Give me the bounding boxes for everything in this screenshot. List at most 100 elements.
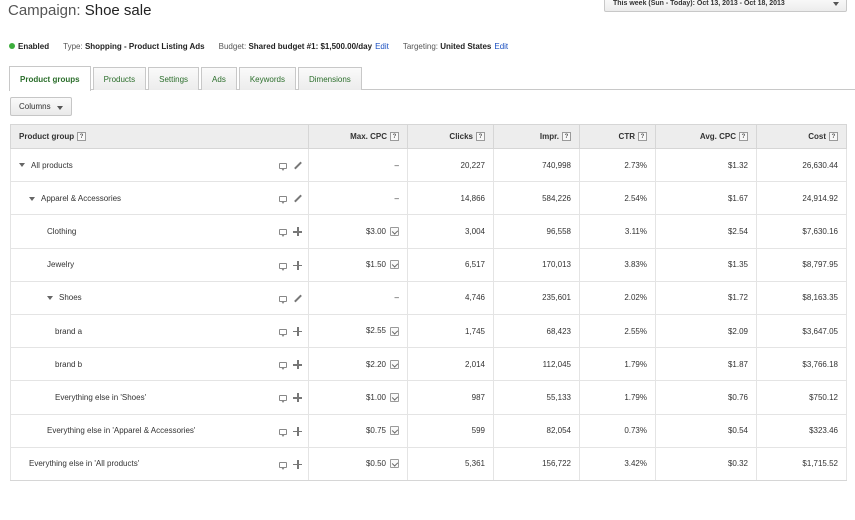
max-cpc-cell[interactable]: $3.00: [308, 214, 408, 249]
product-group-name[interactable]: Everything else in 'Apparel & Accessorie…: [47, 426, 195, 435]
product-group-name[interactable]: Apparel & Accessories: [41, 194, 121, 203]
row-actions: [273, 326, 302, 337]
comment-icon[interactable]: [279, 395, 287, 404]
cost-cell: $7,630.16: [756, 214, 847, 249]
plus-icon[interactable]: [293, 459, 302, 469]
comment-icon[interactable]: [279, 262, 287, 271]
product-group-name[interactable]: Everything else in 'All products': [29, 459, 139, 468]
help-icon[interactable]: ?: [77, 132, 87, 142]
budget-value: Shared budget #1: $1,500.00/day: [248, 42, 373, 51]
product-group-cell: Everything else in 'Apparel & Accessorie…: [10, 414, 309, 448]
columns-button[interactable]: Columns: [10, 97, 72, 116]
pencil-icon[interactable]: [293, 194, 302, 203]
cost-cell: $323.46: [756, 414, 847, 448]
tab-keywords[interactable]: Keywords: [238, 67, 296, 90]
targeting-edit-link[interactable]: Edit: [494, 42, 508, 51]
product-group-name[interactable]: brand a: [55, 327, 82, 336]
table-row: Jewelry $1.50 6,517 170,013 3.83% $1.35 $8,797…: [10, 248, 847, 282]
avg-cpc-cell: $1.32: [655, 148, 757, 183]
max-cpc-cell[interactable]: $2.20: [308, 347, 408, 382]
max-cpc-cell[interactable]: $2.55: [308, 314, 408, 349]
clicks-cell: 14,866: [407, 181, 494, 216]
product-group-name[interactable]: brand b: [55, 360, 82, 369]
help-icon[interactable]: ?: [739, 132, 748, 142]
comment-icon[interactable]: [279, 461, 287, 470]
comment-icon[interactable]: [279, 362, 287, 371]
help-icon[interactable]: ?: [390, 132, 399, 142]
product-group-cell: Apparel & Accessories: [10, 181, 309, 216]
column-header-impr[interactable]: Impr.?: [493, 124, 580, 149]
comment-icon[interactable]: [279, 196, 287, 205]
column-header-avg-cpc[interactable]: Avg. CPC?: [655, 124, 757, 149]
budget-edit-link[interactable]: Edit: [375, 42, 389, 51]
plus-icon[interactable]: [293, 360, 302, 370]
product-group-name[interactable]: All products: [31, 161, 73, 170]
product-group-name[interactable]: Shoes: [59, 293, 82, 302]
max-cpc-cell[interactable]: –: [308, 148, 408, 183]
product-group-cell: Shoes: [10, 281, 309, 315]
help-icon[interactable]: ?: [638, 132, 647, 142]
tab-products[interactable]: Products: [92, 67, 147, 90]
ctr-cell: 3.42%: [579, 447, 656, 481]
tab-dimensions[interactable]: Dimensions: [297, 67, 362, 90]
product-group-name[interactable]: Everything else in 'Shoes': [55, 393, 146, 402]
help-icon[interactable]: ?: [829, 132, 838, 142]
column-header-max-cpc[interactable]: Max. CPC?: [308, 124, 408, 149]
max-cpc-cell[interactable]: –: [308, 281, 408, 315]
tab-product-groups[interactable]: Product groups: [9, 66, 91, 91]
column-header-cost[interactable]: Cost?: [756, 124, 847, 149]
clicks-cell: 6,517: [407, 248, 494, 282]
product-group-cell: Everything else in 'Shoes': [10, 380, 309, 415]
pencil-icon[interactable]: [293, 294, 302, 303]
tab-ads[interactable]: Ads: [201, 67, 237, 90]
avg-cpc-cell: $0.76: [655, 380, 757, 415]
bid-status-icon: [390, 326, 399, 336]
ctr-cell: 0.73%: [579, 414, 656, 448]
clicks-cell: 5,361: [407, 447, 494, 481]
clicks-cell: 3,004: [407, 214, 494, 249]
impr-cell: 112,045: [493, 347, 580, 382]
max-cpc-cell[interactable]: $1.00: [308, 380, 408, 415]
cost-cell: $3,647.05: [756, 314, 847, 349]
pencil-icon[interactable]: [293, 161, 302, 170]
column-header-ctr[interactable]: CTR?: [579, 124, 656, 149]
comment-icon[interactable]: [279, 229, 287, 238]
help-icon[interactable]: ?: [562, 132, 571, 142]
plus-icon[interactable]: [293, 227, 302, 237]
help-icon[interactable]: ?: [476, 132, 485, 142]
avg-cpc-cell: $2.09: [655, 314, 757, 349]
max-cpc-cell[interactable]: $0.50: [308, 447, 408, 481]
max-cpc-cell[interactable]: $1.50: [308, 248, 408, 282]
max-cpc-cell[interactable]: $0.75: [308, 414, 408, 448]
campaign-budget: Budget: Shared budget #1: $1,500.00/day E…: [219, 42, 389, 51]
column-header-product-group[interactable]: Product group?: [10, 124, 309, 149]
plus-icon[interactable]: [293, 260, 302, 270]
ctr-cell: 2.73%: [579, 148, 656, 183]
expand-triangle-icon[interactable]: [19, 163, 25, 168]
plus-icon[interactable]: [293, 426, 302, 436]
plus-icon[interactable]: [293, 393, 302, 403]
product-group-name[interactable]: Clothing: [47, 227, 76, 236]
comment-icon[interactable]: [279, 163, 287, 171]
clicks-cell: 987: [407, 380, 494, 415]
table-row: Apparel & Accessories –14,866 584,226 2.54%…: [10, 181, 847, 216]
bid-status-icon: [390, 459, 399, 469]
date-range-selector[interactable]: This week (Sun - Today): Oct 13, 2013 - …: [604, 0, 847, 12]
clicks-cell: 599: [407, 414, 494, 448]
expand-triangle-icon[interactable]: [47, 296, 53, 301]
comment-icon[interactable]: [279, 428, 287, 437]
row-actions: [273, 360, 302, 371]
table-header-row: Product group? Max. CPC? Clicks? Impr.? …: [10, 124, 847, 149]
max-cpc-cell[interactable]: –: [308, 181, 408, 216]
clicks-cell: 20,227: [407, 148, 494, 183]
status-text: Enabled: [18, 42, 50, 51]
product-group-cell: Jewelry: [10, 248, 309, 282]
comment-icon[interactable]: [279, 328, 287, 337]
product-group-name[interactable]: Jewelry: [47, 260, 74, 269]
tab-settings[interactable]: Settings: [148, 67, 200, 90]
comment-icon[interactable]: [279, 295, 287, 304]
plus-icon[interactable]: [293, 326, 302, 336]
column-header-clicks[interactable]: Clicks?: [407, 124, 494, 149]
product-group-cell: All products: [10, 148, 309, 183]
expand-triangle-icon[interactable]: [29, 196, 35, 201]
